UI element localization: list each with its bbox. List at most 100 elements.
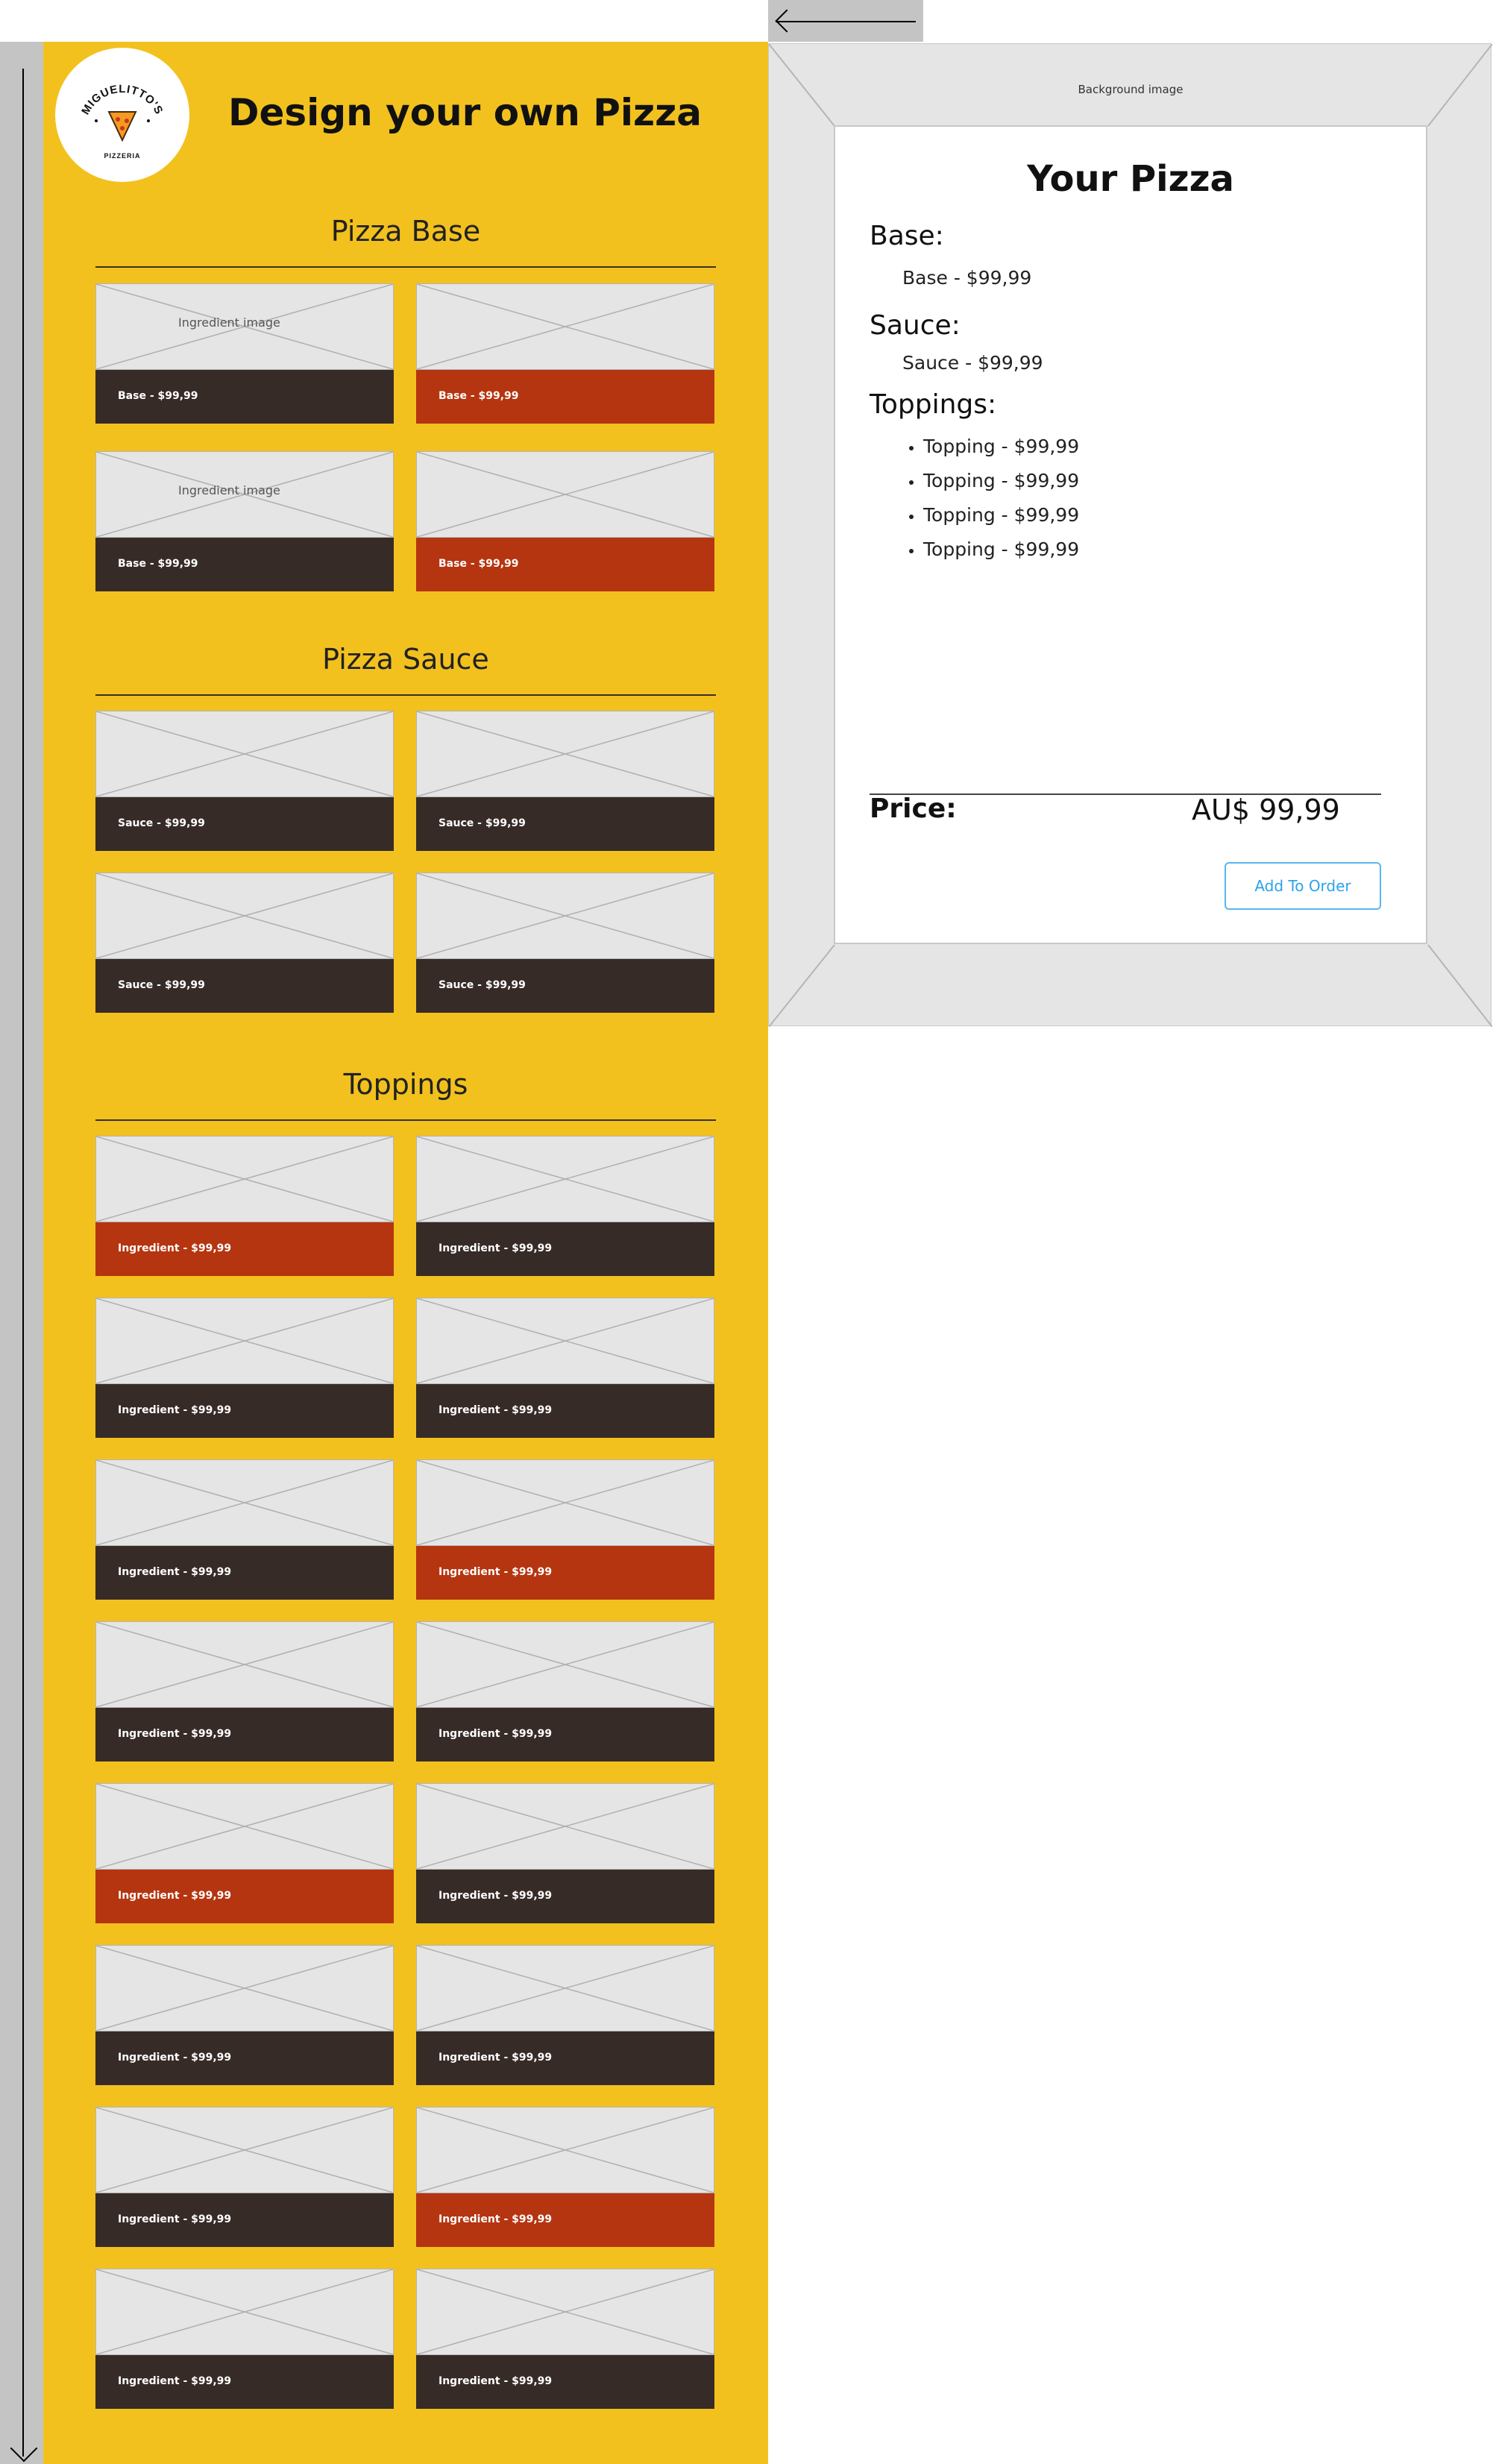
section-divider bbox=[95, 1119, 716, 1121]
option-bar[interactable]: Ingredient - $99,99 bbox=[95, 2355, 394, 2409]
ingredient-image bbox=[95, 1298, 394, 1384]
sauce-option-card[interactable]: Sauce - $99,99 bbox=[95, 711, 394, 851]
arrow-down-icon bbox=[22, 69, 24, 2457]
sauce-option-card[interactable]: Sauce - $99,99 bbox=[95, 873, 394, 1013]
image-placeholder-icon bbox=[96, 2269, 393, 2354]
sauce-heading: Sauce: bbox=[870, 310, 961, 341]
ingredient-image bbox=[95, 1136, 394, 1222]
toppings-option-card[interactable]: Ingredient - $99,99 bbox=[95, 1783, 394, 1923]
ingredient-image bbox=[416, 283, 714, 370]
image-placeholder-icon bbox=[96, 1137, 393, 1222]
toppings-option-card[interactable]: Ingredient - $99,99 bbox=[416, 2269, 714, 2409]
bullet-icon bbox=[909, 446, 914, 450]
option-bar-selected[interactable]: Ingredient - $99,99 bbox=[95, 1222, 394, 1276]
background-image-label: Background image bbox=[1078, 83, 1184, 96]
horizontal-scroll-indicator bbox=[768, 0, 923, 42]
option-bar[interactable]: Ingredient - $99,99 bbox=[416, 2355, 714, 2409]
option-bar-selected[interactable]: Ingredient - $99,99 bbox=[95, 1870, 394, 1923]
ingredient-image: Ingredient image bbox=[95, 283, 394, 370]
option-label: Sauce - $99,99 bbox=[439, 817, 526, 829]
toppings-option-card[interactable]: Ingredient - $99,99 bbox=[416, 1136, 714, 1276]
option-bar[interactable]: Ingredient - $99,99 bbox=[416, 1870, 714, 1923]
image-placeholder-icon bbox=[417, 1622, 714, 1707]
ingredient-image bbox=[95, 873, 394, 959]
bullet-icon bbox=[909, 515, 914, 519]
sauce-option-card[interactable]: Sauce - $99,99 bbox=[416, 711, 714, 851]
add-to-order-button[interactable]: Add To Order bbox=[1225, 862, 1381, 910]
bullet-icon bbox=[909, 480, 914, 485]
toppings-option-card[interactable]: Ingredient - $99,99 bbox=[416, 1459, 714, 1600]
option-bar[interactable]: Ingredient - $99,99 bbox=[95, 1546, 394, 1600]
image-placeholder-icon bbox=[417, 711, 714, 796]
image-placeholder-icon bbox=[96, 711, 393, 796]
toppings-option-card[interactable]: Ingredient - $99,99 bbox=[95, 1621, 394, 1761]
base-option-card[interactable]: Ingredient image Base - $99,99 bbox=[95, 283, 394, 424]
price-label: Price: bbox=[870, 793, 957, 824]
ingredient-image bbox=[416, 1136, 714, 1222]
sauce-option-card[interactable]: Sauce - $99,99 bbox=[416, 873, 714, 1013]
option-bar[interactable]: Sauce - $99,99 bbox=[95, 797, 394, 851]
toppings-option-card[interactable]: Ingredient - $99,99 bbox=[416, 1298, 714, 1438]
option-bar[interactable]: Sauce - $99,99 bbox=[416, 959, 714, 1013]
option-bar[interactable]: Ingredient - $99,99 bbox=[95, 2193, 394, 2247]
toppings-option-card[interactable]: Ingredient - $99,99 bbox=[95, 1459, 394, 1600]
option-label: Base - $99,99 bbox=[439, 390, 519, 402]
toppings-option-card[interactable]: Ingredient - $99,99 bbox=[95, 2269, 394, 2409]
toppings-option-card[interactable]: Ingredient - $99,99 bbox=[416, 2107, 714, 2247]
ingredient-image bbox=[416, 2269, 714, 2355]
toppings-option-card[interactable]: Ingredient - $99,99 bbox=[416, 1783, 714, 1923]
pizzeria-logo[interactable]: MIGUELITTO'S PIZZERIA bbox=[55, 48, 189, 182]
option-bar[interactable]: Sauce - $99,99 bbox=[416, 797, 714, 851]
toppings-option-card[interactable]: Ingredient - $99,99 bbox=[95, 1136, 394, 1276]
option-bar[interactable]: Ingredient - $99,99 bbox=[416, 1384, 714, 1438]
page-title: Design your own Pizza bbox=[228, 91, 702, 134]
option-label: Ingredient - $99,99 bbox=[439, 1404, 553, 1416]
selected-base: Base - $99,99 bbox=[902, 267, 1032, 289]
option-label: Ingredient - $99,99 bbox=[439, 2052, 553, 2064]
option-label: Sauce - $99,99 bbox=[118, 979, 205, 991]
ingredient-image bbox=[95, 2107, 394, 2193]
toppings-option-card[interactable]: Ingredient - $99,99 bbox=[95, 2107, 394, 2247]
option-bar[interactable]: Ingredient - $99,99 bbox=[416, 1708, 714, 1761]
toppings-option-card[interactable]: Ingredient - $99,99 bbox=[416, 1621, 714, 1761]
toppings-option-card[interactable]: Ingredient - $99,99 bbox=[416, 1945, 714, 2085]
selected-topping: Topping - $99,99 bbox=[923, 504, 1080, 526]
ingredient-image: Ingredient image bbox=[95, 451, 394, 538]
option-bar[interactable]: Base - $99,99 bbox=[95, 538, 394, 591]
option-bar-selected[interactable]: Base - $99,99 bbox=[416, 370, 714, 424]
option-bar[interactable]: Sauce - $99,99 bbox=[95, 959, 394, 1013]
option-bar-selected[interactable]: Base - $99,99 bbox=[416, 538, 714, 591]
section-title-base: Pizza Base bbox=[330, 215, 481, 248]
image-placeholder-icon bbox=[417, 2269, 714, 2354]
option-bar[interactable]: Ingredient - $99,99 bbox=[95, 1384, 394, 1438]
base-heading: Base: bbox=[870, 221, 944, 251]
option-bar[interactable]: Ingredient - $99,99 bbox=[95, 1708, 394, 1761]
toppings-option-card[interactable]: Ingredient - $99,99 bbox=[95, 1945, 394, 2085]
option-bar[interactable]: Ingredient - $99,99 bbox=[416, 1222, 714, 1276]
image-placeholder-icon bbox=[417, 452, 714, 537]
price-value: AU$ 99,99 bbox=[1192, 793, 1340, 826]
option-bar-selected[interactable]: Ingredient - $99,99 bbox=[416, 1546, 714, 1600]
option-bar-selected[interactable]: Ingredient - $99,99 bbox=[416, 2193, 714, 2247]
option-label: Sauce - $99,99 bbox=[118, 817, 205, 829]
image-placeholder-icon bbox=[96, 1298, 393, 1383]
option-bar[interactable]: Ingredient - $99,99 bbox=[95, 2031, 394, 2085]
ingredient-image bbox=[416, 2107, 714, 2193]
option-bar[interactable]: Ingredient - $99,99 bbox=[416, 2031, 714, 2085]
ingredient-image-caption: Ingredient image bbox=[178, 483, 280, 497]
option-label: Ingredient - $99,99 bbox=[439, 1242, 553, 1254]
ingredient-image bbox=[95, 711, 394, 797]
base-option-card[interactable]: Base - $99,99 bbox=[416, 283, 714, 424]
option-label: Ingredient - $99,99 bbox=[439, 1566, 553, 1578]
ingredient-image bbox=[95, 1621, 394, 1708]
option-bar[interactable]: Base - $99,99 bbox=[95, 370, 394, 424]
option-label: Ingredient - $99,99 bbox=[118, 1404, 232, 1416]
option-label: Base - $99,99 bbox=[439, 558, 519, 570]
image-placeholder-icon bbox=[417, 2108, 714, 2193]
image-placeholder-icon bbox=[417, 1784, 714, 1869]
base-option-card[interactable]: Base - $99,99 bbox=[416, 451, 714, 591]
image-placeholder-icon bbox=[417, 873, 714, 958]
section-divider bbox=[95, 694, 716, 696]
toppings-option-card[interactable]: Ingredient - $99,99 bbox=[95, 1298, 394, 1438]
base-option-card[interactable]: Ingredient image Base - $99,99 bbox=[95, 451, 394, 591]
